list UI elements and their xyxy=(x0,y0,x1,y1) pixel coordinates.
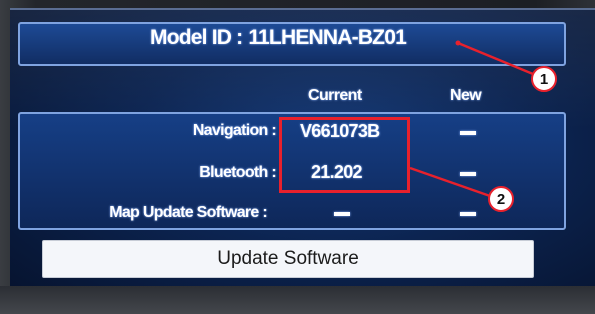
callout-2: 2 xyxy=(488,186,514,212)
callout-1: 1 xyxy=(531,66,557,92)
callout-leader-lines xyxy=(409,40,534,198)
